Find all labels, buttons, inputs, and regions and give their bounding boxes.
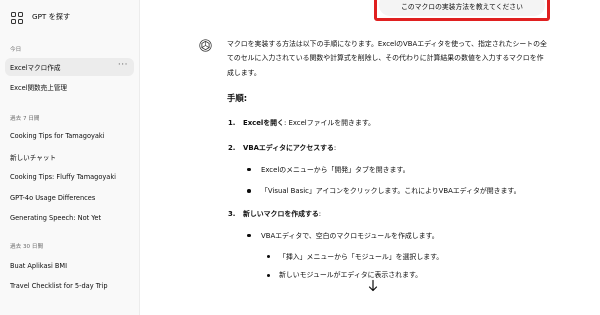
user-message-text: このマクロの実装方法を教えてください	[401, 3, 523, 11]
chat-item-tamagoyaki[interactable]: Cooking Tips for Tamagoyaki	[5, 127, 134, 145]
step-text: :	[333, 144, 337, 153]
grid-icon	[10, 10, 24, 24]
sub-list-item: 新しいモジュールがエディタに表示されます。	[227, 268, 547, 282]
step-3: 3. 新しいマクロを作成する:	[227, 207, 547, 221]
list-item: Excelのメニューから「開発」タブを開きます。	[227, 163, 547, 177]
chat-item-label: Excel関数売上管理	[10, 84, 68, 92]
step-number: 2.	[228, 144, 236, 153]
step-3-bullets: VBAエディタで、空白のマクロモジュールを作成します。 「挿入」メニューから「モ…	[227, 229, 547, 283]
openai-logo-icon	[199, 37, 212, 52]
step-title: VBAエディタにアクセスする	[243, 144, 334, 153]
chat-item-excel-sales[interactable]: Excel関数売上管理	[5, 78, 134, 96]
assistant-message: マクロを実装する方法は以下の手順になります。ExcelのVBAエディタを使って、…	[227, 37, 547, 292]
step-number: 3.	[228, 210, 236, 219]
step-2: 2. VBAエディタにアクセスする:	[227, 141, 547, 155]
chat-item-excel-macro[interactable]: Excelマクロ作成 ···	[5, 58, 134, 76]
section-past-7-days: 過去 7 日間	[10, 116, 40, 122]
chat-item-label: 新しいチャット	[10, 154, 57, 162]
chat-item-speech[interactable]: Generating Speech: Not Yet	[5, 209, 134, 227]
step-1: 1. Excelを開く: Excelファイルを開きます。	[227, 116, 547, 130]
chat-item-gpt4o[interactable]: GPT-4o Usage Differences	[5, 189, 134, 207]
list-item: 「Visual Basic」アイコンをクリックします。これによりVBAエディタが…	[227, 184, 547, 198]
sub-list-item: 「挿入」メニューから「モジュール」を選択します。	[227, 250, 547, 264]
ellipsis-icon[interactable]: ···	[118, 60, 128, 70]
step-title: 新しいマクロを作成する	[243, 210, 319, 219]
step-2-bullets: Excelのメニューから「開発」タブを開きます。 「Visual Basic」ア…	[227, 163, 547, 199]
chat-item-bmi[interactable]: Buat Aplikasi BMI	[5, 257, 134, 275]
chat-item-label: Cooking Tips: Fluffy Tamagoyaki	[10, 173, 116, 181]
step-title: Excelを開く	[243, 119, 284, 128]
chat-item-travel[interactable]: Travel Checklist for 5-day Trip	[5, 277, 134, 295]
step-number: 1.	[228, 119, 236, 128]
chat-item-fluffy-tamagoyaki[interactable]: Cooking Tips: Fluffy Tamagoyaki	[5, 168, 134, 186]
list-item: VBAエディタで、空白のマクロモジュールを作成します。	[227, 229, 547, 243]
chat-item-new-chat[interactable]: 新しいチャット	[5, 148, 134, 166]
step-text: :	[318, 210, 322, 219]
explore-gpts-label: GPT を探す	[32, 12, 71, 21]
steps-heading: 手順:	[227, 92, 248, 103]
chat-item-label: Buat Aplikasi BMI	[10, 262, 68, 270]
explore-gpts-button[interactable]: GPT を探す	[8, 6, 132, 28]
chat-item-label: Generating Speech: Not Yet	[10, 214, 102, 222]
chat-item-label: Cooking Tips for Tamagoyaki	[10, 132, 105, 140]
sidebar: GPT を探す 今日 Excelマクロ作成 ··· Excel関数売上管理 過去…	[0, 0, 140, 315]
chat-item-label: Travel Checklist for 5-day Trip	[10, 282, 108, 290]
step-text: : Excelファイルを開きます。	[283, 119, 375, 128]
chat-item-label: Excelマクロ作成	[10, 64, 61, 72]
chat-area: このマクロの実装方法を教えてください マクロを実装する方法は以下の手順になります…	[141, 0, 600, 315]
chat-item-label: GPT-4o Usage Differences	[10, 194, 96, 202]
section-today: 今日	[10, 47, 22, 53]
user-message: このマクロの実装方法を教えてください	[379, 0, 545, 16]
assistant-intro: マクロを実装する方法は以下の手順になります。ExcelのVBAエディタを使って、…	[227, 40, 547, 77]
section-past-30-days: 過去 30 日間	[10, 244, 44, 250]
arrow-down-icon[interactable]	[366, 278, 380, 292]
